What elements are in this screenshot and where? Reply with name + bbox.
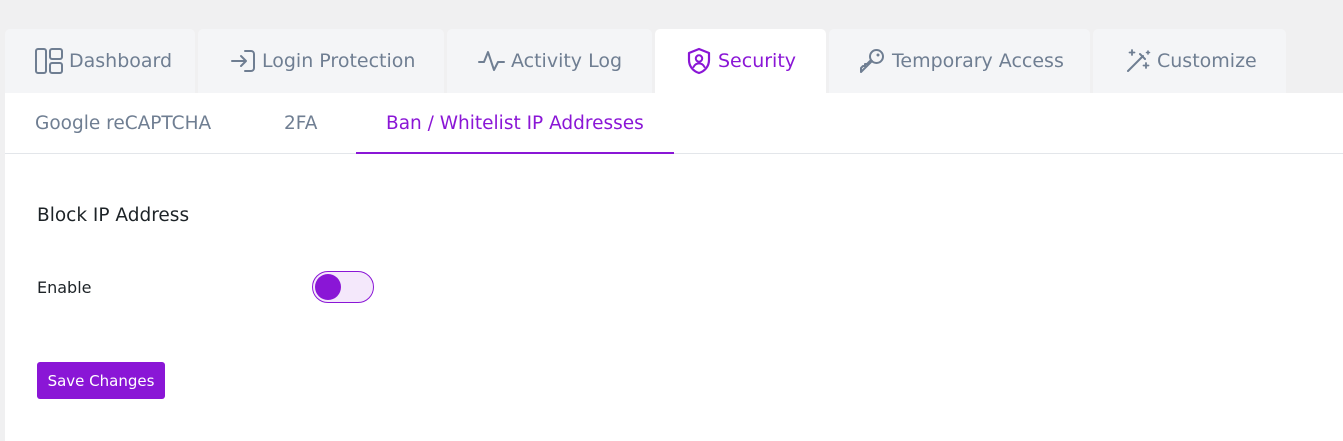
tab-label: Security xyxy=(718,50,797,72)
tab-security[interactable]: Security xyxy=(655,29,826,93)
subtab-google-recaptcha[interactable]: Google reCAPTCHA xyxy=(35,93,211,153)
toggle-knob xyxy=(315,274,341,300)
tab-login-protection[interactable]: Login Protection xyxy=(198,29,444,93)
subtab-2fa[interactable]: 2FA xyxy=(284,93,317,153)
tab-label: Dashboard xyxy=(69,50,173,72)
tab-label: Customize xyxy=(1157,50,1257,72)
tab-customize[interactable]: Customize xyxy=(1093,29,1286,93)
save-button[interactable]: Save Changes xyxy=(37,362,165,399)
key-icon xyxy=(858,47,886,75)
magic-wand-icon xyxy=(1125,48,1151,74)
tab-label: Login Protection xyxy=(262,50,416,72)
tab-dashboard[interactable]: Dashboard xyxy=(5,29,195,93)
tab-temporary-access[interactable]: Temporary Access xyxy=(829,29,1090,93)
security-panel: Google reCAPTCHA 2FA Ban / Whitelist IP … xyxy=(5,93,1343,441)
tab-label: Activity Log xyxy=(511,50,623,72)
top-tab-bar: Dashboard Login Protection Activity Log … xyxy=(5,29,1286,93)
dashboard-icon xyxy=(35,48,63,74)
login-icon xyxy=(230,49,256,73)
shield-icon xyxy=(686,47,712,75)
subtab-ban-whitelist-ip[interactable]: Ban / Whitelist IP Addresses xyxy=(356,93,674,154)
tab-label: Temporary Access xyxy=(892,50,1064,72)
enable-label: Enable xyxy=(37,278,92,297)
section-title: Block IP Address xyxy=(37,205,190,226)
tab-activity-log[interactable]: Activity Log xyxy=(447,29,652,93)
sub-tab-bar: Google reCAPTCHA 2FA Ban / Whitelist IP … xyxy=(5,93,1343,154)
enable-toggle[interactable] xyxy=(312,271,374,303)
activity-icon xyxy=(478,49,505,73)
